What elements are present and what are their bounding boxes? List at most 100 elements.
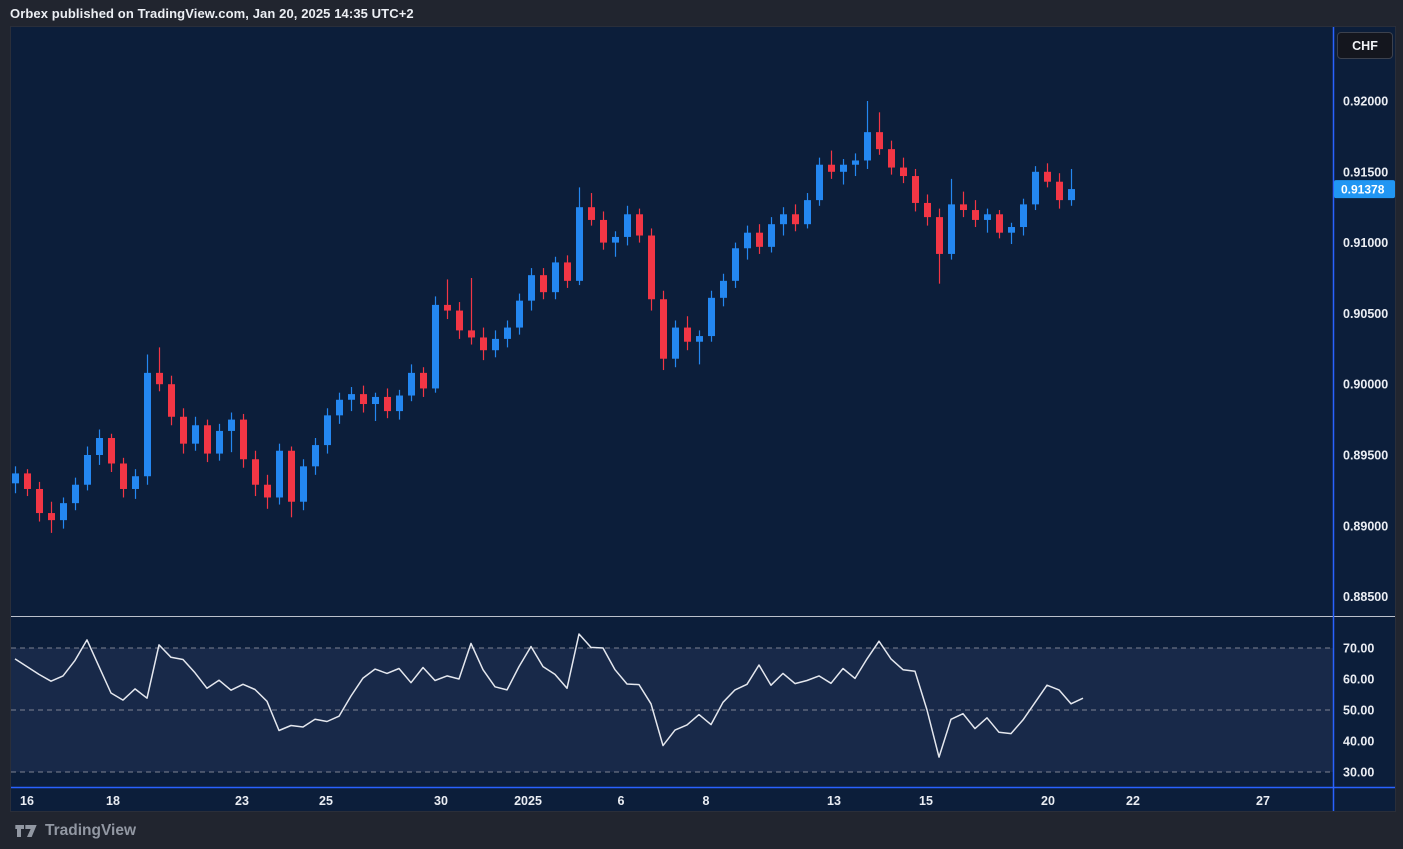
candle-down xyxy=(636,214,643,235)
candle-down xyxy=(600,220,607,243)
candle-up xyxy=(408,373,415,396)
candle-up xyxy=(492,339,499,350)
candle-down xyxy=(540,275,547,292)
candle-down xyxy=(912,176,919,203)
candle-down xyxy=(180,417,187,444)
candle-down xyxy=(456,311,463,331)
candle-up xyxy=(780,214,787,224)
snapshot-title-bar: Orbex published on TradingView.com, Jan … xyxy=(0,0,1403,26)
candle-down xyxy=(888,149,895,167)
candle-up xyxy=(576,207,583,281)
chart-canvas: 0.920000.915000.910000.905000.900000.895… xyxy=(11,27,1395,811)
time-axis[interactable] xyxy=(10,786,1332,812)
candle-down xyxy=(924,203,931,217)
candle-up xyxy=(60,503,67,520)
candle-up xyxy=(864,132,871,160)
candle-down xyxy=(420,373,427,389)
candle-down xyxy=(204,425,211,453)
price-axis[interactable] xyxy=(1332,26,1396,812)
tradingview-brand-text[interactable]: TradingView xyxy=(45,822,136,840)
candle-down xyxy=(240,420,247,460)
tradingview-logo-icon[interactable] xyxy=(14,821,38,841)
candle-down xyxy=(684,328,691,342)
tradingview-snapshot: Orbex published on TradingView.com, Jan … xyxy=(0,0,1403,849)
candle-down xyxy=(288,451,295,502)
candle-down xyxy=(972,210,979,220)
candle-up xyxy=(612,237,619,243)
candle-down xyxy=(960,204,967,210)
candle-down xyxy=(756,233,763,247)
candle-down xyxy=(900,168,907,176)
footer-bar: TradingView xyxy=(0,812,1403,849)
candle-down xyxy=(1044,172,1051,182)
candle-up xyxy=(768,224,775,247)
candle-up xyxy=(840,165,847,172)
candle-down xyxy=(384,397,391,411)
candle-down xyxy=(156,373,163,384)
candle-up xyxy=(720,281,727,298)
candle-up xyxy=(852,160,859,164)
candle-down xyxy=(252,459,259,484)
candle-up xyxy=(1032,172,1039,205)
candle-up xyxy=(504,328,511,339)
candle-up xyxy=(192,425,199,443)
candle-up xyxy=(708,298,715,336)
candle-up xyxy=(132,476,139,489)
candle-down xyxy=(792,214,799,224)
candle-down xyxy=(648,236,655,300)
candle-up xyxy=(1008,227,1015,233)
candle-down xyxy=(48,513,55,520)
candle-down xyxy=(936,217,943,254)
candle-up xyxy=(804,200,811,224)
candle-down xyxy=(996,214,1003,232)
candle-up xyxy=(732,248,739,281)
candle-up xyxy=(300,466,307,501)
candle-down xyxy=(444,305,451,311)
candle-up xyxy=(672,328,679,359)
candle-down xyxy=(828,165,835,172)
candle-up xyxy=(348,394,355,400)
candle-down xyxy=(120,463,127,488)
candle-up xyxy=(516,301,523,328)
candle-down xyxy=(588,207,595,220)
candle-up xyxy=(816,165,823,200)
symbol-badge[interactable]: CHF xyxy=(1337,32,1393,59)
candle-up xyxy=(276,451,283,498)
candle-down xyxy=(1056,182,1063,200)
candle-up xyxy=(336,400,343,416)
candle-up xyxy=(948,204,955,254)
candle-up xyxy=(216,431,223,454)
candle-down xyxy=(660,299,667,358)
candle-up xyxy=(72,485,79,503)
candle-up xyxy=(696,336,703,342)
candle-up xyxy=(396,396,403,412)
snapshot-title: Orbex published on TradingView.com, Jan … xyxy=(10,6,414,21)
candle-down xyxy=(876,132,883,149)
chart-panel: 0.920000.915000.910000.905000.900000.895… xyxy=(10,26,1396,812)
candle-up xyxy=(372,397,379,404)
candle-up xyxy=(96,438,103,455)
candle-up xyxy=(1068,189,1075,200)
candle-up xyxy=(324,415,331,445)
candle-up xyxy=(984,214,991,220)
candle-down xyxy=(360,394,367,404)
candle-up xyxy=(432,305,439,389)
candle-up xyxy=(144,373,151,476)
candle-down xyxy=(168,384,175,417)
candle-up xyxy=(552,262,559,292)
candle-down xyxy=(24,473,31,489)
candle-up xyxy=(744,233,751,249)
candle-up xyxy=(624,214,631,237)
candle-up xyxy=(312,445,319,466)
candle-up xyxy=(12,473,19,483)
candle-down xyxy=(108,438,115,463)
candle-down xyxy=(264,485,271,498)
candle-up xyxy=(528,275,535,300)
candle-up xyxy=(1020,204,1027,227)
candle-down xyxy=(564,262,571,280)
candle-down xyxy=(480,337,487,350)
candle-down xyxy=(36,489,43,513)
candle-down xyxy=(468,330,475,337)
candle-up xyxy=(228,420,235,431)
candle-up xyxy=(84,455,91,485)
